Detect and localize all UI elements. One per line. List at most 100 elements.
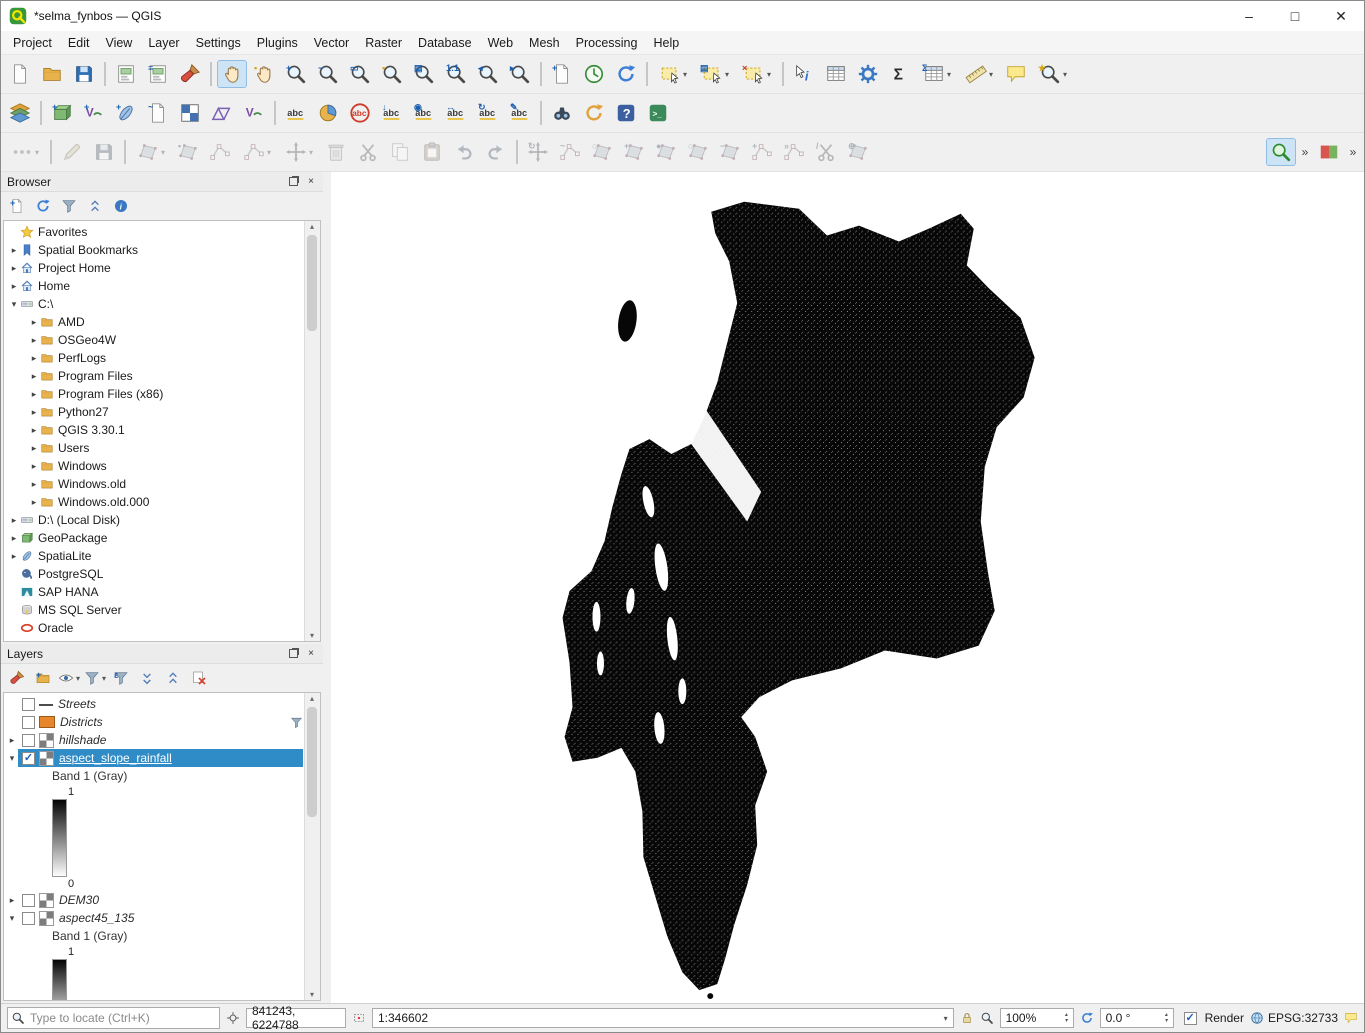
scroll-down-icon[interactable]: ▾ (305, 990, 319, 999)
menu-raster[interactable]: Raster (357, 33, 410, 53)
expander-icon[interactable]: ▸ (28, 335, 40, 346)
manage-map-themes-button[interactable] (57, 667, 81, 689)
browser-item-geopackage[interactable]: ▸ GeoPackage (4, 529, 320, 547)
delete-ring-button[interactable]: ○ (683, 138, 713, 166)
move-label-button[interactable]: ↔ (441, 99, 471, 127)
expander-icon[interactable]: ▸ (6, 895, 18, 906)
float-panel-button[interactable] (287, 176, 299, 188)
scrollbar-thumb[interactable] (307, 707, 317, 817)
new-temporary-scratch-layer-button[interactable]: ~ (143, 99, 173, 127)
new-geopackage-layer-button[interactable]: + (47, 99, 77, 127)
help-contents-button[interactable] (611, 99, 641, 127)
layer-row-aspect45-135[interactable]: ▾ aspect45_135 (4, 909, 320, 927)
layer-diagram-options-button[interactable] (313, 99, 343, 127)
browser-item-python27[interactable]: ▸ Python27 (4, 403, 320, 421)
locator-box[interactable] (7, 1007, 220, 1029)
new-shapefile-layer-button[interactable]: + (79, 99, 109, 127)
layer-row-dem30[interactable]: ▸ DEM30 (4, 891, 320, 909)
select-by-value-button[interactable]: ▤ (695, 60, 735, 88)
browser-item-home[interactable]: ▸ Home (4, 277, 320, 295)
menu-mesh[interactable]: Mesh (521, 33, 568, 53)
delete-part-button[interactable]: − (715, 138, 745, 166)
toolbar-overflow-chevron-2[interactable]: » (1346, 138, 1360, 166)
layer-row-hillshade[interactable]: ▸ hillshade (4, 731, 320, 749)
menu-edit[interactable]: Edit (60, 33, 98, 53)
undo-button[interactable] (449, 138, 479, 166)
refresh-browser-button[interactable] (31, 195, 55, 217)
pan-map-button[interactable] (217, 60, 247, 88)
selected-layer-row[interactable]: aspect_slope_rainfall (18, 749, 303, 767)
zoom-out-button[interactable]: − (313, 60, 343, 88)
browser-item-favorites[interactable]: Favorites (4, 223, 320, 241)
open-project-button[interactable] (37, 60, 67, 88)
delete-selected-button[interactable] (321, 138, 351, 166)
expander-icon[interactable]: ▸ (8, 533, 20, 544)
browser-item-spatialite[interactable]: ▸ SpatiaLite (4, 547, 320, 565)
browser-item-c-drive[interactable]: ▾ C:\ (4, 295, 320, 313)
filter-browser-button[interactable] (57, 195, 81, 217)
scrollbar-thumb[interactable] (307, 235, 317, 331)
refresh-map-button[interactable] (611, 60, 641, 88)
browser-item-perflogs[interactable]: ▸ PerfLogs (4, 349, 320, 367)
remove-layer-button[interactable] (187, 667, 211, 689)
collapse-all-button[interactable] (83, 195, 107, 217)
menu-database[interactable]: Database (410, 33, 480, 53)
fill-ring-button[interactable]: ● (651, 138, 681, 166)
browser-item-windows[interactable]: ▸ Windows (4, 457, 320, 475)
add-group-button[interactable]: + (31, 667, 55, 689)
menu-project[interactable]: Project (5, 33, 60, 53)
coordinate-display[interactable]: 841243, 6224788 (246, 1008, 346, 1028)
menu-view[interactable]: View (97, 33, 140, 53)
measure-button[interactable] (959, 60, 999, 88)
expander-icon[interactable]: ▸ (28, 317, 40, 328)
redo-button[interactable] (481, 138, 511, 166)
browser-item-amd[interactable]: ▸ AMD (4, 313, 320, 331)
expander-icon[interactable]: ▸ (8, 281, 20, 292)
browser-item-sap-hana[interactable]: SAP HANA (4, 583, 320, 601)
expander-icon[interactable]: ▾ (6, 913, 18, 924)
expand-all-button[interactable] (135, 667, 159, 689)
cut-features-button[interactable] (353, 138, 383, 166)
expander-icon[interactable]: ▸ (28, 497, 40, 508)
layer-checkbox[interactable] (22, 752, 35, 765)
browser-item-users[interactable]: ▸ Users (4, 439, 320, 457)
change-label-properties-button[interactable]: ✎ (505, 99, 535, 127)
add-mesh-layer-button[interactable] (207, 99, 237, 127)
identify-features-button[interactable] (789, 60, 819, 88)
save-project-button[interactable] (69, 60, 99, 88)
zoom-native-button[interactable]: 1:1 (441, 60, 471, 88)
zoom-in-button[interactable]: + (281, 60, 311, 88)
locator-input[interactable] (28, 1010, 216, 1026)
expander-icon[interactable]: ▸ (8, 551, 20, 562)
expander-icon[interactable]: ▾ (8, 299, 20, 310)
expander-icon[interactable]: ▸ (28, 371, 40, 382)
menu-web[interactable]: Web (480, 33, 521, 53)
new-print-layout-button[interactable] (111, 60, 141, 88)
browser-item-qgis-3301[interactable]: ▸ QGIS 3.30.1 (4, 421, 320, 439)
layer-checkbox[interactable] (22, 698, 35, 711)
reshape-features-button[interactable]: + (747, 138, 777, 166)
rotate-feature-button[interactable]: ↻ (523, 138, 553, 166)
offset-curve-button[interactable]: » (779, 138, 809, 166)
browser-item-oracle[interactable]: Oracle (4, 619, 320, 637)
merge-features-button[interactable]: ⊕ (843, 138, 873, 166)
render-checkbox[interactable] (1184, 1012, 1197, 1025)
browser-item-d-drive[interactable]: ▸ D:\ (Local Disk) (4, 511, 320, 529)
zoom-next-button[interactable]: ▸ (505, 60, 535, 88)
spin-arrows[interactable]: ▴▾ (1065, 1012, 1068, 1024)
add-point-feature-button[interactable]: • (173, 138, 203, 166)
field-calculator-button[interactable]: Σ (917, 60, 957, 88)
metasearch-button[interactable] (547, 99, 577, 127)
browser-item-program-files-x86[interactable]: ▸ Program Files (x86) (4, 385, 320, 403)
expander-icon[interactable]: ▾ (6, 753, 18, 764)
python-console-button[interactable] (643, 99, 673, 127)
browser-item-program-files[interactable]: ▸ Program Files (4, 367, 320, 385)
scroll-up-icon[interactable]: ▴ (305, 694, 319, 703)
browser-item-osgeo4w[interactable]: ▸ OSGeo4W (4, 331, 320, 349)
layer-filter-indicator-icon[interactable] (290, 716, 303, 729)
style-manager-button[interactable] (175, 60, 205, 88)
layer-labeling-options-button[interactable] (281, 99, 311, 127)
layer-checkbox[interactable] (22, 912, 35, 925)
expander-icon[interactable]: ▸ (8, 515, 20, 526)
copy-features-button[interactable] (385, 138, 415, 166)
